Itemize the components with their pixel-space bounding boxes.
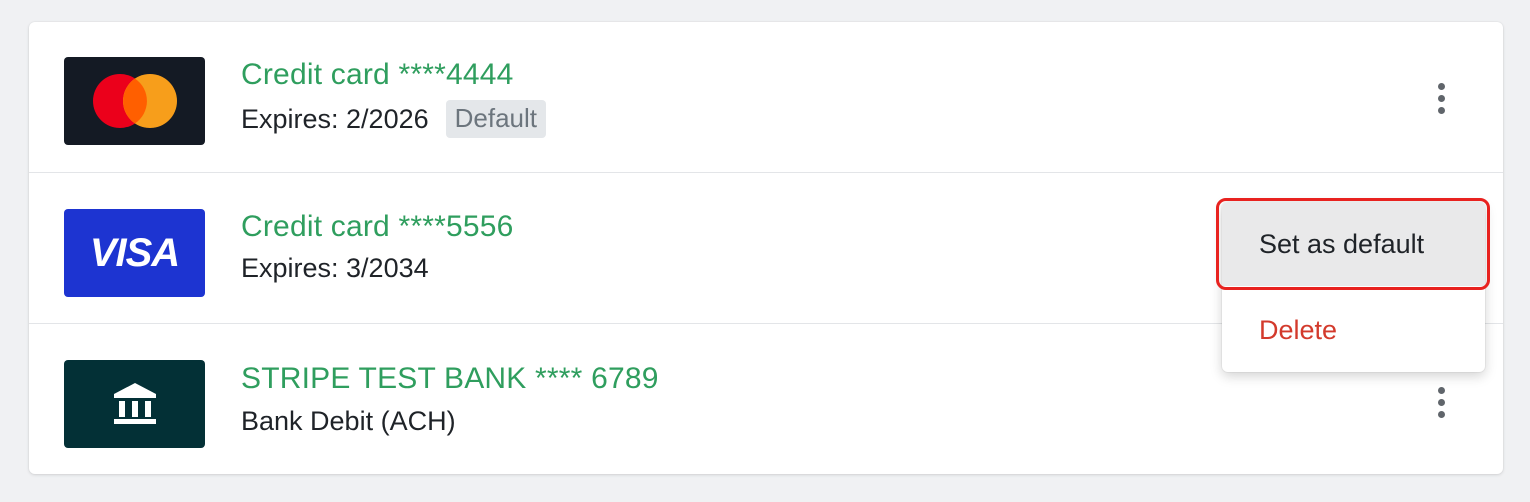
account-type-text: Bank Debit (ACH) [241, 406, 456, 436]
payment-method-title: STRIPE TEST BANK **** 6789 [241, 362, 659, 395]
expiry-text: Expires: 3/2034 [241, 253, 429, 283]
default-badge: Default [445, 100, 547, 138]
payment-method-context-menu: Set as default Delete [1222, 202, 1485, 372]
payment-methods-page: Credit card ****4444 Expires: 2/2026 Def… [0, 0, 1530, 502]
payment-method-title: Credit card ****4444 [241, 58, 514, 91]
visa-icon: VISA [64, 209, 205, 297]
more-options-icon[interactable] [1426, 76, 1456, 120]
payment-method-details: Expires: 3/2034 [241, 253, 429, 284]
expiry-text: Expires: 2/2026 [241, 103, 429, 134]
mastercard-icon [64, 57, 205, 145]
payment-method-details: Bank Debit (ACH) [241, 406, 456, 437]
payment-method-details: Expires: 2/2026 Default [241, 100, 547, 138]
delete-menu-item[interactable]: Delete [1222, 288, 1485, 372]
more-options-icon[interactable] [1426, 380, 1456, 424]
bank-icon [64, 360, 205, 448]
payment-method-title: Credit card ****5556 [241, 210, 514, 243]
set-as-default-menu-item[interactable]: Set as default [1222, 202, 1485, 286]
payment-method-row-mastercard: Credit card ****4444 Expires: 2/2026 Def… [29, 22, 1503, 173]
visa-logo-text: VISA [89, 230, 180, 275]
